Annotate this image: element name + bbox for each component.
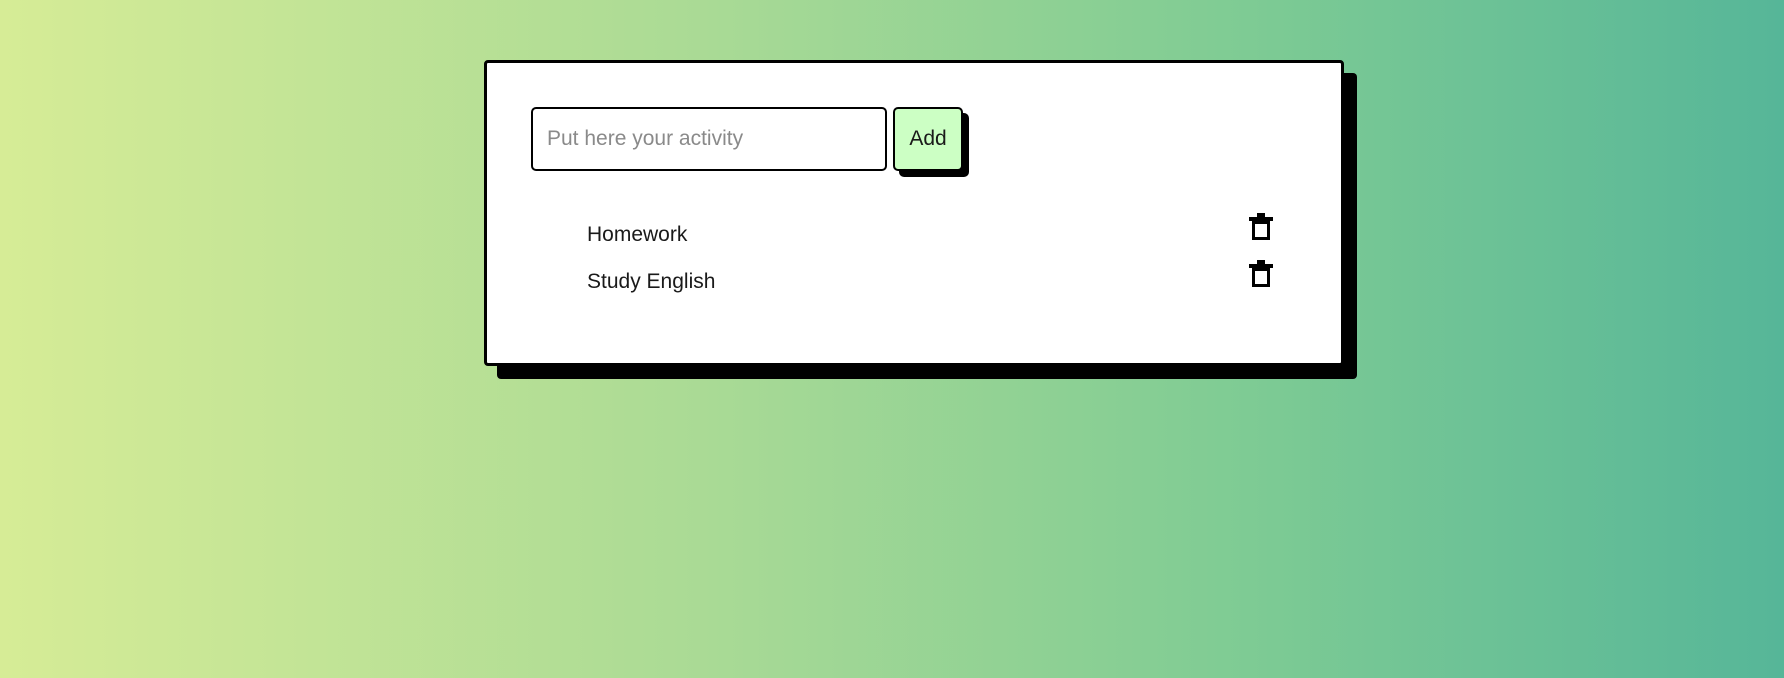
activity-input[interactable] — [531, 107, 887, 171]
add-button[interactable]: Add — [893, 107, 963, 171]
trash-icon[interactable] — [1249, 213, 1273, 241]
trash-icon[interactable] — [1249, 260, 1273, 288]
trash-icon-graphic — [1249, 213, 1273, 240]
add-activity-form: Add — [531, 107, 963, 171]
trash-icon-graphic — [1249, 260, 1273, 287]
todo-label: Homework — [587, 222, 688, 246]
list-item: Homework — [587, 211, 1273, 258]
todo-label: Study English — [587, 269, 716, 293]
todo-card: Add Homework Study English — [484, 60, 1344, 366]
todo-list: Homework Study English — [587, 211, 1273, 305]
list-item: Study English — [587, 258, 1273, 305]
